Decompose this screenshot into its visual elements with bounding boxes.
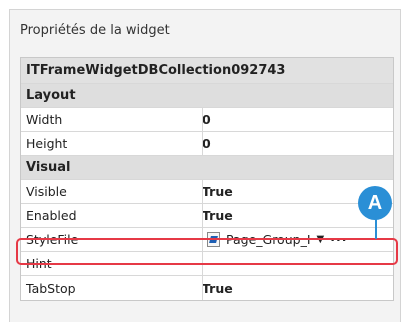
property-name: Height — [26, 136, 68, 151]
property-row-visible[interactable]: Visible True — [21, 180, 393, 204]
property-name: Hint — [26, 256, 52, 271]
callout-badge-a: A — [358, 186, 392, 220]
vs-file-icon — [207, 232, 220, 247]
property-value[interactable]: True — [202, 184, 233, 199]
stylefile-value[interactable]: Page_Group_I ▼ ··· — [202, 232, 347, 247]
section-layout[interactable]: Layout — [21, 84, 393, 108]
property-name: TabStop — [26, 280, 76, 296]
property-name: StyleFile — [26, 232, 79, 247]
property-value[interactable]: 0 — [202, 112, 211, 127]
section-layout-label: Layout — [26, 88, 76, 103]
property-row-tabstop[interactable]: TabStop True — [21, 276, 393, 300]
property-row-hint[interactable]: Hint — [21, 252, 393, 276]
property-row-height[interactable]: Height 0 — [21, 132, 393, 156]
panel-title: Propriétés de la widget — [20, 23, 170, 38]
property-value[interactable]: 0 — [202, 136, 211, 151]
property-name: Width — [26, 112, 63, 127]
property-grid: ITFrameWidgetDBCollection092743 Layout W… — [20, 57, 394, 301]
property-row-enabled[interactable]: Enabled True — [21, 204, 393, 228]
section-visual-label: Visual — [26, 160, 71, 175]
section-visual[interactable]: Visual — [21, 156, 393, 180]
object-name: ITFrameWidgetDBCollection092743 — [26, 63, 286, 78]
property-name: Visible — [26, 184, 67, 199]
object-name-header: ITFrameWidgetDBCollection092743 — [21, 58, 393, 84]
property-row-width[interactable]: Width 0 — [21, 108, 393, 132]
property-name: Enabled — [26, 208, 77, 223]
property-value[interactable]: True — [202, 281, 233, 296]
property-row-stylefile[interactable]: StyleFile Page_Group_I ▼ ··· — [21, 228, 393, 252]
more-options-button[interactable]: ··· — [330, 232, 347, 247]
stylefile-name: Page_Group_I — [226, 232, 311, 247]
dropdown-arrow-icon[interactable]: ▼ — [317, 234, 325, 245]
property-value[interactable]: True — [202, 208, 233, 223]
